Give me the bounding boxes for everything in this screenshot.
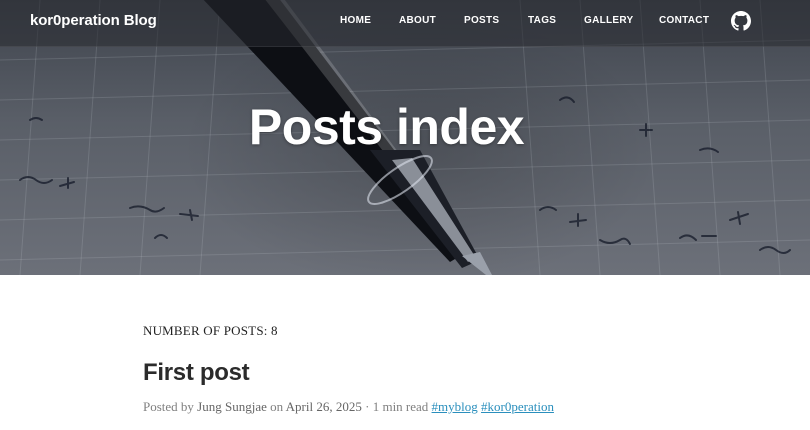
nav-posts[interactable]: POSTS <box>464 15 499 26</box>
page-title: Posts index <box>248 99 525 155</box>
post-meta: Posted by Jung Sungjae on April 26, 2025… <box>143 399 554 415</box>
post-read-time: · 1 min read <box>365 399 429 414</box>
nav-contact[interactable]: CONTACT <box>659 15 709 26</box>
github-icon[interactable] <box>731 11 751 31</box>
navbar: kor0peration Blog HOME ABOUT POSTS TAGS … <box>0 0 810 47</box>
post-author: Jung Sungjae <box>197 399 267 414</box>
tag-link-myblog[interactable]: #myblog <box>432 399 478 414</box>
nav-about[interactable]: ABOUT <box>399 15 436 26</box>
on-label: on <box>270 399 284 414</box>
nav-home[interactable]: HOME <box>340 15 371 26</box>
tag-link-kor0peration[interactable]: #kor0peration <box>481 399 554 414</box>
post-title-link[interactable]: First post <box>143 359 250 387</box>
nav-tags[interactable]: TAGS <box>528 15 556 26</box>
main-content: NUMBER OF POSTS: 8 First post Posted by … <box>0 275 810 430</box>
posted-by-label: Posted by <box>143 399 194 414</box>
posts-count: NUMBER OF POSTS: 8 <box>143 323 278 338</box>
nav-gallery[interactable]: GALLERY <box>584 15 634 26</box>
nav-links: HOME ABOUT POSTS TAGS GALLERY CONTACT <box>0 15 810 29</box>
header-hero: kor0peration Blog HOME ABOUT POSTS TAGS … <box>0 0 810 275</box>
post-date: April 26, 2025 <box>285 399 362 414</box>
